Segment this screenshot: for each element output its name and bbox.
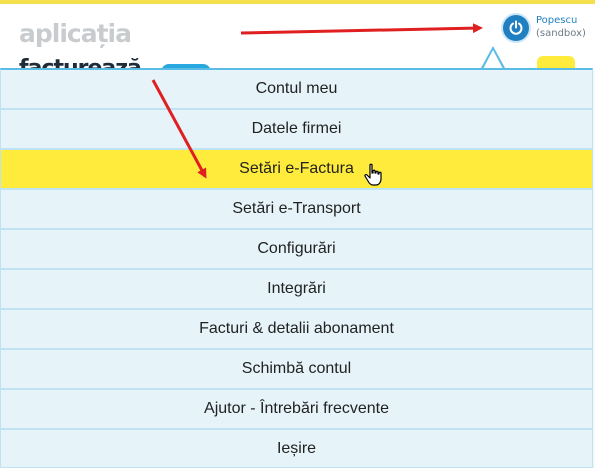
app-logo[interactable]: aplicația <box>19 19 132 48</box>
menu-item-setari-etransport[interactable]: Setări e-Transport <box>1 190 592 230</box>
top-accent-bar <box>0 0 595 4</box>
menu-item-schimba-contul[interactable]: Schimbă contul <box>1 350 592 390</box>
user-environment: (sandbox) <box>536 28 586 39</box>
power-icon <box>503 15 529 41</box>
menu-item-setari-efactura[interactable]: Setări e-Factura <box>1 150 592 190</box>
menu-item-contul-meu[interactable]: Contul meu <box>1 70 592 110</box>
menu-item-integrari[interactable]: Integrări <box>1 270 592 310</box>
account-dropdown-menu: Contul meu Datele firmei Setări e-Factur… <box>0 68 593 468</box>
menu-item-datele-firmei[interactable]: Datele firmei <box>1 110 592 150</box>
hand-cursor-icon <box>364 163 386 191</box>
menu-item-ajutor[interactable]: Ajutor - Întrebări frecvente <box>1 390 592 430</box>
menu-item-configurari[interactable]: Configurări <box>1 230 592 270</box>
user-account-button[interactable]: Popescu (sandbox) <box>503 14 586 41</box>
annotation-arrow-user <box>240 23 483 35</box>
menu-item-iesire[interactable]: Ieșire <box>1 430 592 468</box>
menu-item-facturi-abonament[interactable]: Facturi & detalii abonament <box>1 310 592 350</box>
user-name: Popescu <box>536 15 578 26</box>
